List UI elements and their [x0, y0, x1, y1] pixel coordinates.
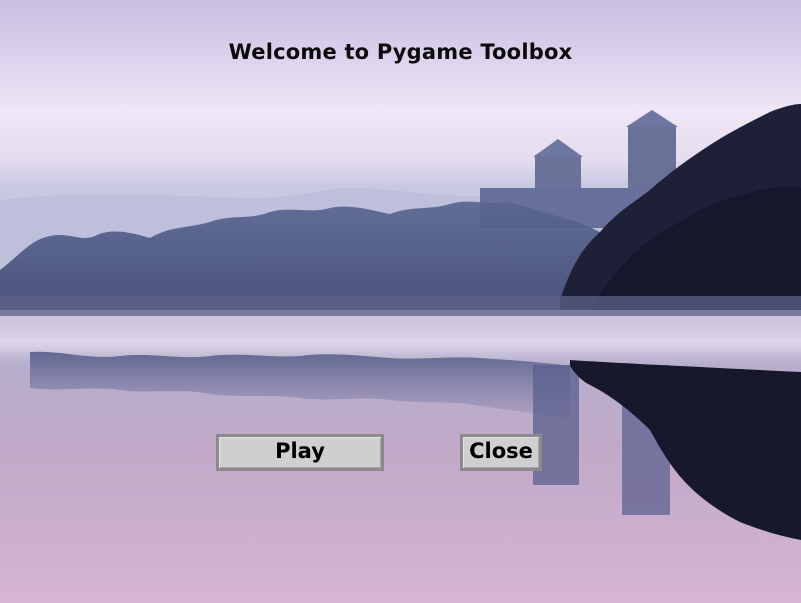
lake-castle-background-image — [0, 0, 801, 603]
menu-title: Welcome to Pygame Toolbox — [228, 40, 573, 64]
game-window: Welcome to Pygame Toolbox Play Close — [0, 0, 801, 603]
play-button[interactable]: Play — [216, 434, 384, 471]
close-button[interactable]: Close — [460, 434, 542, 471]
